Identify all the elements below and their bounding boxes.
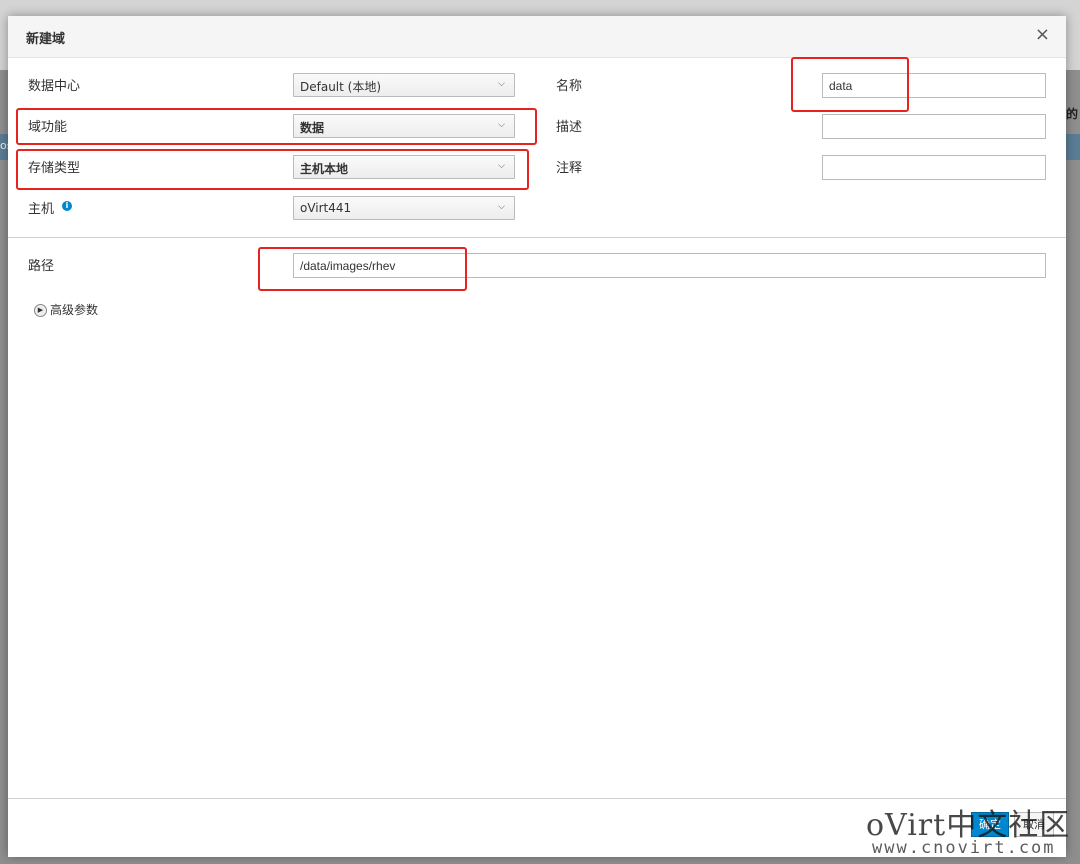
section-divider [8,237,1066,238]
highlight-box-name [791,57,909,112]
host-value: oVirt441 [300,201,352,215]
datacenter-value: Default (本地) [300,80,382,94]
highlight-box-storage-type [16,149,529,190]
close-icon[interactable]: × [1035,24,1050,45]
dialog-header: 新建域 × [8,16,1066,58]
highlight-box-domain-function [16,108,537,145]
datacenter-label: 数据中心 [28,79,81,94]
chevron-down-icon: ⌵ [498,202,505,212]
advanced-parameters-label: 高级参数 [50,303,99,317]
description-input[interactable] [822,114,1046,139]
watermark-url: www.cnovirt.com [872,838,1056,858]
chevron-right-icon: ▶ [34,304,47,317]
path-label: 路径 [28,259,55,274]
comment-label: 注释 [556,161,583,176]
highlight-box-path [258,247,467,291]
background-text-fragment: 的 [1066,107,1079,121]
dialog-title: 新建域 [26,32,66,47]
comment-input[interactable] [822,155,1046,180]
chevron-down-icon: ⌵ [498,79,505,89]
info-icon[interactable]: i [62,201,72,211]
name-label: 名称 [556,79,583,94]
description-label: 描述 [556,120,583,135]
host-label: 主机 [28,202,55,217]
host-select[interactable]: oVirt441 ⌵ [293,196,515,220]
datacenter-select[interactable]: Default (本地) ⌵ [293,73,515,97]
advanced-parameters-toggle[interactable]: ▶ 高级参数 [34,301,98,318]
